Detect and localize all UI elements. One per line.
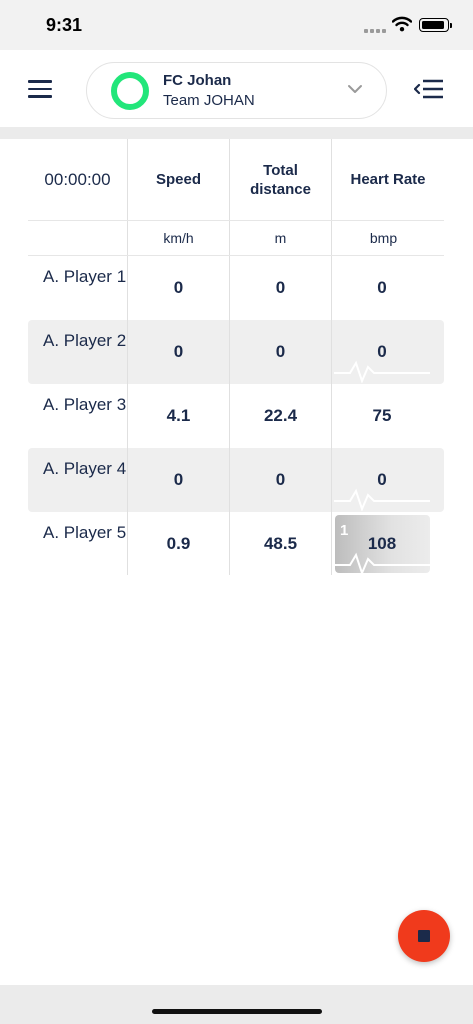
wifi-icon xyxy=(392,16,412,32)
unit-heart-rate: bmp xyxy=(369,230,398,246)
team-subtitle: Team JOHAN xyxy=(163,92,255,109)
status-bar: 9:31 xyxy=(0,0,473,50)
collapse-menu-icon[interactable] xyxy=(414,79,444,99)
speed-value: 4.1 xyxy=(166,406,191,425)
unit-distance: m xyxy=(274,230,287,246)
unit-speed: km/h xyxy=(163,230,194,246)
team-name: FC Johan xyxy=(163,72,232,89)
heart-rate-value: 0 xyxy=(377,470,387,489)
speed-value: 0 xyxy=(173,278,184,297)
speed-value: 0 xyxy=(173,470,184,489)
app-header: FC Johan Team JOHAN xyxy=(0,50,473,127)
speed-value: 0.9 xyxy=(166,534,191,553)
distance-value: 0 xyxy=(275,470,286,489)
distance-value: 48.5 xyxy=(263,534,298,553)
heart-rate-value: 75 xyxy=(372,406,392,425)
player-name[interactable]: A. Player 4 xyxy=(43,458,127,479)
distance-value: 22.4 xyxy=(263,406,298,425)
stop-recording-button[interactable] xyxy=(398,910,450,962)
heart-rate-value: 108 xyxy=(367,534,397,553)
battery-icon xyxy=(419,18,452,32)
distance-value: 0 xyxy=(275,278,286,297)
player-name[interactable]: A. Player 3 xyxy=(43,394,127,415)
heart-rate-value: 0 xyxy=(377,342,387,361)
chevron-down-icon xyxy=(348,85,362,93)
column-header-total-distance[interactable]: Total distance xyxy=(230,139,331,220)
speed-value: 0 xyxy=(173,342,184,361)
stop-icon xyxy=(418,930,430,942)
signal-icon xyxy=(364,27,386,33)
player-name[interactable]: A. Player 1 xyxy=(43,266,127,287)
status-time: 9:31 xyxy=(46,15,83,35)
live-stats-panel: 00:00:00 Speed Total distance Heart Rate… xyxy=(0,139,473,985)
heart-rate-value: 0 xyxy=(377,278,387,297)
session-timer: 00:00:00 xyxy=(44,169,111,189)
team-status-ring xyxy=(111,72,149,110)
menu-icon[interactable] xyxy=(28,80,52,98)
distance-value: 0 xyxy=(275,342,286,361)
player-name[interactable]: A. Player 2 xyxy=(43,330,127,351)
team-selector[interactable]: FC Johan Team JOHAN xyxy=(86,62,387,119)
home-indicator xyxy=(152,1009,322,1014)
player-name[interactable]: A. Player 5 xyxy=(43,522,127,543)
column-header-speed[interactable]: Speed xyxy=(128,139,229,220)
column-header-heart-rate[interactable]: Heart Rate xyxy=(332,139,444,220)
